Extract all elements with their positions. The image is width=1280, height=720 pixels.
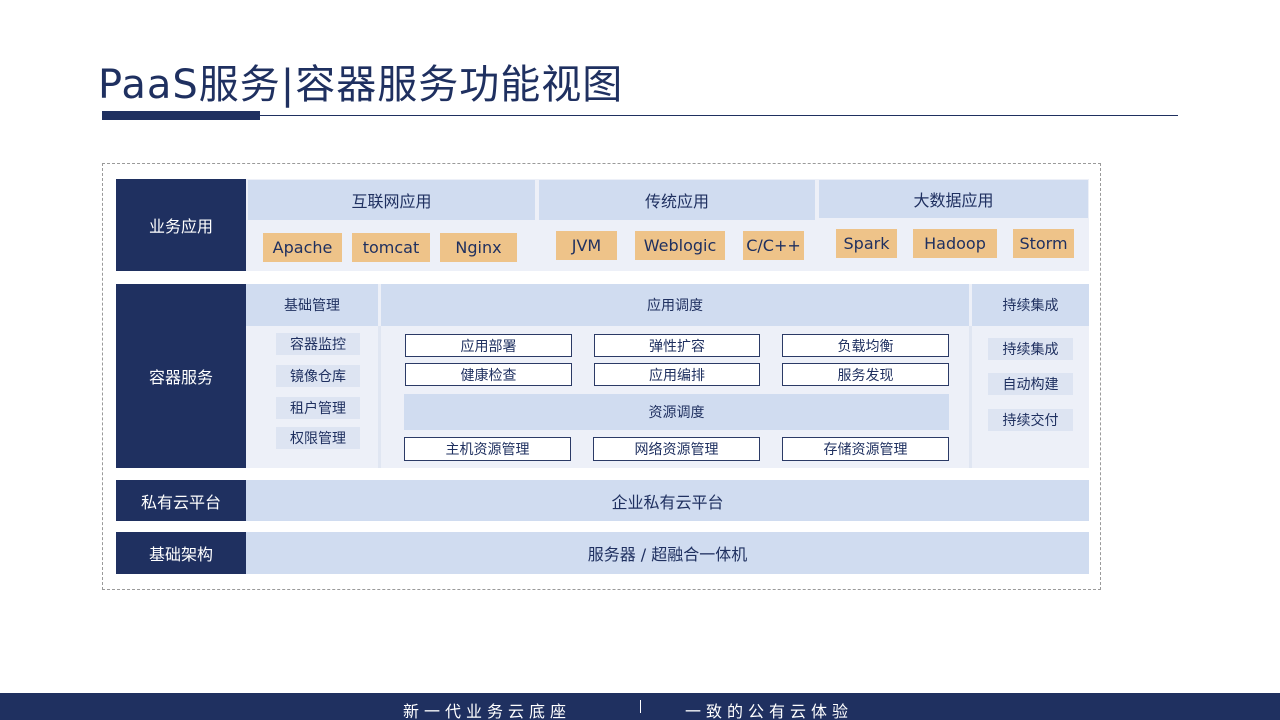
box-network-resource: 网络资源管理	[593, 437, 760, 461]
footer-right-slogan: 一致的公有云体验	[685, 702, 854, 720]
private-cloud-side-label: 私有云平台	[116, 480, 246, 521]
tag-cd: 持续交付	[988, 409, 1073, 431]
chip-storm: Storm	[1013, 229, 1074, 258]
chip-apache: Apache	[263, 233, 342, 262]
box-service-discovery: 服务发现	[782, 363, 949, 386]
box-elastic-scaling: 弹性扩容	[594, 334, 760, 357]
chip-spark: Spark	[836, 229, 897, 258]
group-header-internet: 互联网应用	[248, 180, 535, 220]
infrastructure-side-label: 基础架构	[116, 532, 246, 574]
chip-tomcat: tomcat	[352, 233, 430, 262]
title-underline	[260, 115, 1178, 116]
tag-container-monitor: 容器监控	[276, 333, 360, 355]
box-app-deploy: 应用部署	[405, 334, 572, 357]
box-app-orchestration: 应用编排	[594, 363, 760, 386]
container-side-label: 容器服务	[116, 284, 246, 468]
tag-auto-build: 自动构建	[988, 373, 1073, 395]
basic-mgmt-header: 基础管理	[246, 284, 378, 326]
box-host-resource: 主机资源管理	[404, 437, 571, 461]
tag-tenant-mgmt: 租户管理	[276, 397, 360, 419]
box-load-balance: 负载均衡	[782, 334, 949, 357]
chip-cpp: C/C++	[743, 231, 804, 260]
tag-permission-mgmt: 权限管理	[276, 427, 360, 449]
box-health-check: 健康检查	[405, 363, 572, 386]
footer-divider	[640, 700, 641, 713]
footer-bar: 新一代业务云底座 一致的公有云体验	[0, 693, 1280, 720]
ci-header: 持续集成	[972, 284, 1089, 326]
footer-left-slogan: 新一代业务云底座	[403, 702, 572, 720]
title-accent-bar	[102, 111, 260, 120]
page-title: PaaS服务|容器服务功能视图	[98, 62, 624, 108]
column-divider	[969, 326, 972, 468]
app-scheduling-header: 应用调度	[381, 284, 969, 326]
tag-image-registry: 镜像仓库	[276, 365, 360, 387]
chip-nginx: Nginx	[440, 233, 517, 262]
chip-hadoop: Hadoop	[913, 229, 997, 258]
group-header-bigdata: 大数据应用	[819, 180, 1088, 218]
group-header-traditional: 传统应用	[539, 180, 815, 220]
resource-scheduling-header: 资源调度	[404, 394, 949, 430]
chip-jvm: JVM	[556, 231, 617, 260]
tag-ci: 持续集成	[988, 338, 1073, 360]
business-side-label: 业务应用	[116, 179, 246, 271]
chip-weblogic: Weblogic	[635, 231, 725, 260]
column-divider	[378, 326, 381, 468]
box-storage-resource: 存储资源管理	[782, 437, 949, 461]
private-cloud-content: 企业私有云平台	[246, 480, 1089, 521]
infrastructure-content: 服务器 / 超融合一体机	[246, 532, 1089, 574]
